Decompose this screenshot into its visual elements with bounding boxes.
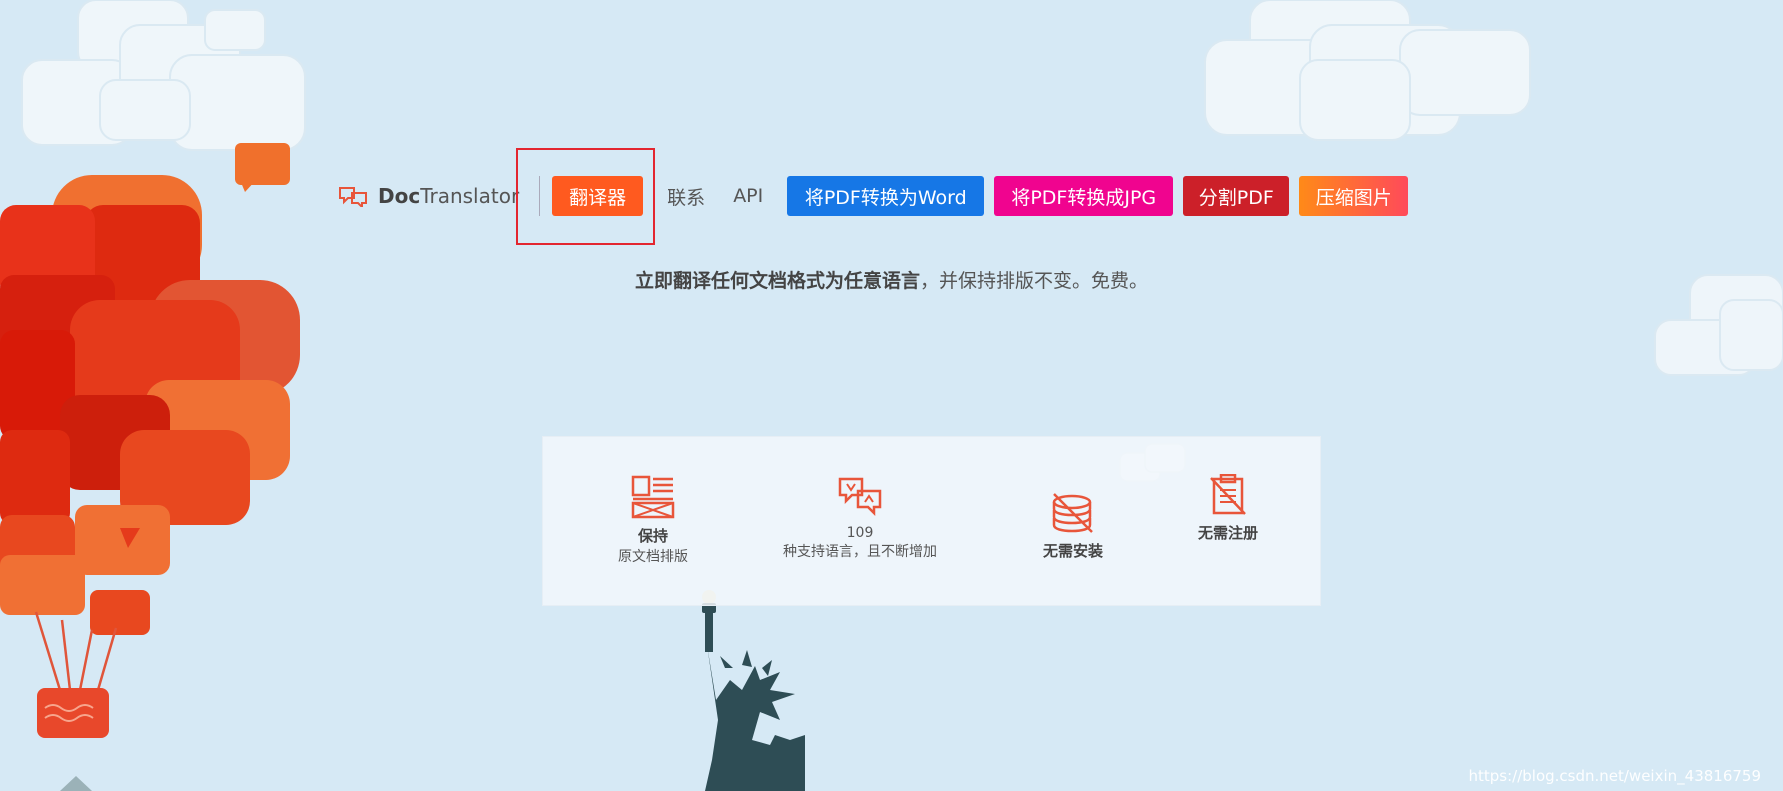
features-panel: 保持 原文档排版 109 种支持语言，且不断增加 无需安装 无需注册 (542, 436, 1321, 606)
statue-of-liberty (702, 590, 805, 791)
doc-translator-logo-icon (339, 187, 367, 207)
pdf-to-word-button[interactable]: 将PDF转换为Word (787, 176, 985, 216)
feature-title: 无需注册 (1197, 524, 1258, 542)
api-link[interactable]: API (719, 185, 777, 207)
speech-bubble-balloon (0, 175, 300, 635)
no-register-icon (1210, 474, 1246, 515)
feature-title: 保持 (637, 527, 668, 545)
brand-logo[interactable]: DocTranslator (338, 184, 519, 208)
feature-subtitle: 种支持语言，且不断增加 (783, 544, 937, 560)
feature-subtitle: 原文档排版 (618, 549, 688, 565)
feature-no-register: 无需注册 (1173, 474, 1283, 543)
background-illustration (0, 0, 1783, 791)
feature-languages: 109 种支持语言，且不断增加 (765, 475, 955, 561)
feature-title: 无需安装 (1042, 542, 1103, 560)
contact-link[interactable]: 联系 (653, 183, 719, 210)
translate-icon (838, 477, 882, 517)
brand-name: DocTranslator (378, 184, 520, 208)
cloud-cluster-left (21, 0, 306, 151)
tagline: 立即翻译任何文档格式为任意语言，并保持排版不变。免费。 (634, 270, 1149, 292)
top-nav: DocTranslator 翻译器 联系 API 将PDF转换为Word 将PD… (338, 176, 1418, 216)
no-install-icon (1052, 493, 1093, 533)
pdf-to-jpg-button[interactable]: 将PDF转换成JPG (994, 176, 1174, 216)
feature-no-install: 无需安装 (1018, 492, 1128, 561)
feature-title: 109 (846, 525, 874, 541)
layout-icon (631, 475, 675, 519)
compress-image-button[interactable]: 压缩图片 (1299, 176, 1409, 216)
split-pdf-button[interactable]: 分割PDF (1183, 176, 1290, 216)
cloud-cluster-right (1204, 0, 1531, 141)
nav-divider (539, 176, 541, 216)
translator-button[interactable]: 翻译器 (552, 176, 644, 216)
watermark-url: https://blog.csdn.net/weixin_43816759 (1468, 767, 1761, 785)
feature-keep-layout: 保持 原文档排版 (598, 475, 708, 566)
speech-bubble-small (235, 143, 290, 192)
